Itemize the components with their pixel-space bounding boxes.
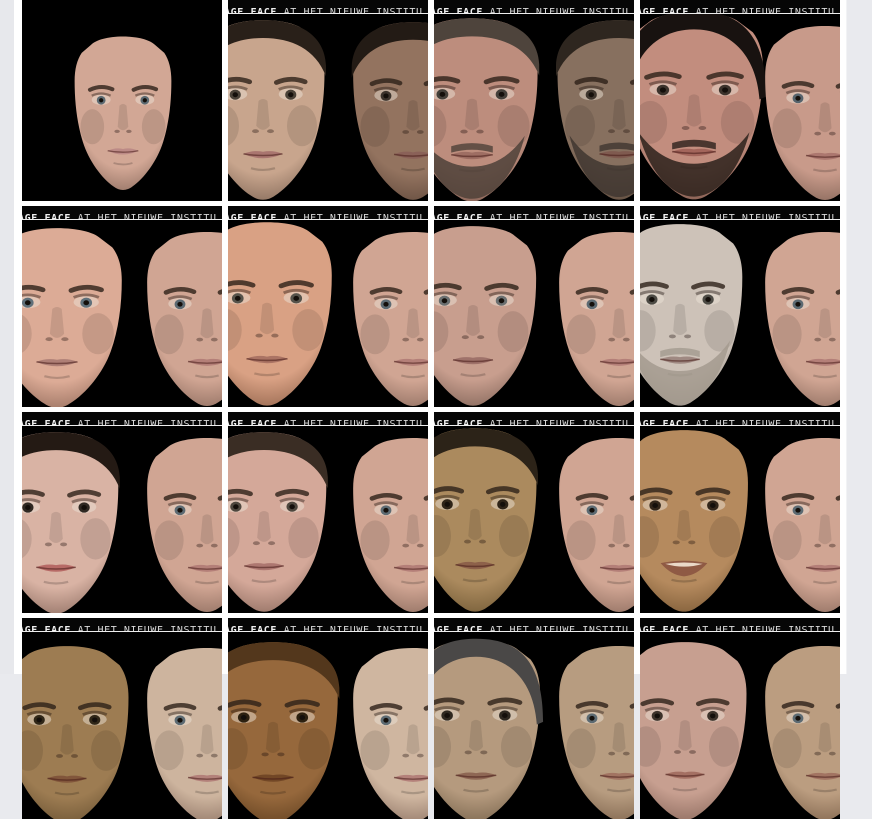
tile-banner: AGE FACE AT HET NIEUWE INSTITU: [434, 412, 634, 426]
average-face: [752, 434, 840, 613]
face-tile-r2c3[interactable]: AGE FACE AT HET NIEUWE INSTITU: [434, 206, 634, 407]
banner-text: AGE FACE AT HET NIEUWE INSTITU: [434, 624, 629, 632]
average-face: [134, 228, 222, 407]
average-face: [546, 228, 634, 407]
banner-text: AGE FACE AT HET NIEUWE INSTITU: [640, 624, 835, 632]
face-tile-r2c2[interactable]: AGE FACE AT HET NIEUWE INSTITU: [228, 206, 428, 407]
face-tile-r2c4[interactable]: AGE FACE AT HET NIEUWE INSTITU: [640, 206, 840, 407]
average-face: [340, 228, 428, 407]
tile-banner: AGE FACE AT HET NIEUWE INSTITU: [434, 618, 634, 632]
tile-banner: AGE FACE AT HET NIEUWE INSTITU: [640, 412, 840, 426]
tile-banner: AGE FACE AT HET NIEUWE INSTITU: [228, 412, 428, 426]
tile-banner: AGE FACE AT HET NIEUWE INSTITU: [22, 412, 222, 426]
tile-banner: AGE FACE AT HET NIEUWE INSTITU: [434, 206, 634, 220]
faces-area: [434, 0, 634, 201]
faces-area: [640, 0, 840, 201]
face-tile-r1c1[interactable]: [22, 0, 222, 201]
banner-text: AGE FACE AT HET NIEUWE INSTITU: [228, 212, 423, 220]
tile-banner: AGE FACE AT HET NIEUWE INSTITU: [640, 618, 840, 632]
tile-banner: AGE FACE AT HET NIEUWE INSTITU: [640, 0, 840, 14]
average-face: [340, 644, 428, 819]
banner-text: AGE FACE AT HET NIEUWE INSTITU: [434, 212, 629, 220]
average-face: [546, 434, 634, 613]
average-face: [134, 644, 222, 819]
face-tile-r4c4[interactable]: AGE FACE AT HET NIEUWE INSTITU: [640, 618, 840, 819]
face-tile-r3c2[interactable]: AGE FACE AT HET NIEUWE INSTITU: [228, 412, 428, 613]
faces-area: [640, 412, 840, 613]
person-face: [640, 426, 762, 613]
face-tile-r3c3[interactable]: AGE FACE AT HET NIEUWE INSTITU: [434, 412, 634, 613]
person-face: [22, 428, 132, 613]
person-face: [228, 638, 352, 819]
banner-text: AGE FACE AT HET NIEUWE INSTITU: [640, 212, 835, 220]
face-tile-r1c4[interactable]: AGE FACE AT HET NIEUWE INSTITU: [640, 0, 840, 201]
person-face: [640, 638, 760, 819]
person-face: [544, 16, 634, 201]
faces-area: [640, 206, 840, 407]
banner-text: AGE FACE AT HET NIEUWE INSTITU: [640, 6, 835, 14]
faces-area: [640, 618, 840, 819]
person-face: [228, 218, 346, 407]
faces-area: [434, 618, 634, 819]
tile-banner: AGE FACE AT HET NIEUWE INSTITU: [640, 206, 840, 220]
tile-banner: AGE FACE AT HET NIEUWE INSTITU: [22, 618, 222, 632]
average-face: [64, 33, 182, 197]
faces-area: [22, 412, 222, 613]
faces-area: [228, 412, 428, 613]
person-face: [228, 16, 338, 201]
page-margin-right: [846, 0, 872, 674]
banner-text: AGE FACE AT HET NIEUWE INSTITU: [640, 418, 835, 426]
faces-area: [434, 412, 634, 613]
average-face: [134, 434, 222, 613]
person-face: [22, 224, 136, 407]
face-tile-r4c1[interactable]: AGE FACE AT HET NIEUWE INSTITU: [22, 618, 222, 819]
tile-banner: AGE FACE AT HET NIEUWE INSTITU: [434, 0, 634, 14]
face-tile-r1c2[interactable]: AGE FACE AT HET NIEUWE INSTITU: [228, 0, 428, 201]
face-tile-r3c1[interactable]: AGE FACE AT HET NIEUWE INSTITU: [22, 412, 222, 613]
person-face: [340, 18, 428, 201]
average-face: [752, 642, 840, 819]
faces-area: [22, 618, 222, 819]
banner-text: AGE FACE AT HET NIEUWE INSTITU: [22, 212, 217, 220]
person-face: [434, 636, 554, 819]
face-tile-r4c2[interactable]: AGE FACE AT HET NIEUWE INSTITU: [228, 618, 428, 819]
face-tile-r3c4[interactable]: AGE FACE AT HET NIEUWE INSTITU: [640, 412, 840, 613]
page-margin-left: [0, 0, 14, 674]
average-face: [340, 434, 428, 613]
faces-area: [22, 206, 222, 407]
thumbnail-grid: AGE FACE AT HET NIEUWE INSTITU AGE FACE …: [22, 0, 840, 819]
banner-text: AGE FACE AT HET NIEUWE INSTITU: [228, 624, 423, 632]
tile-banner: AGE FACE AT HET NIEUWE INSTITU: [22, 206, 222, 220]
banner-text: AGE FACE AT HET NIEUWE INSTITU: [228, 6, 423, 14]
content-area: AGE FACE AT HET NIEUWE INSTITU AGE FACE …: [14, 0, 846, 674]
average-face: [546, 642, 634, 819]
tile-banner: AGE FACE AT HET NIEUWE INSTITU: [228, 206, 428, 220]
banner-text: AGE FACE AT HET NIEUWE INSTITU: [228, 418, 423, 426]
faces-area: [434, 206, 634, 407]
face-tile-r4c3[interactable]: AGE FACE AT HET NIEUWE INSTITU: [434, 618, 634, 819]
banner-text: AGE FACE AT HET NIEUWE INSTITU: [22, 624, 217, 632]
person-face: [434, 14, 552, 201]
person-face: [22, 642, 142, 819]
faces-area: [22, 0, 222, 201]
faces-area: [228, 206, 428, 407]
faces-area: [228, 618, 428, 819]
person-face: [228, 428, 340, 613]
average-face: [752, 22, 840, 201]
banner-text: AGE FACE AT HET NIEUWE INSTITU: [22, 418, 217, 426]
person-face: [434, 424, 550, 613]
banner-text: AGE FACE AT HET NIEUWE INSTITU: [434, 6, 629, 14]
person-face: [640, 220, 756, 407]
tile-banner: AGE FACE AT HET NIEUWE INSTITU: [228, 0, 428, 14]
face-tile-r2c1[interactable]: AGE FACE AT HET NIEUWE INSTITU: [22, 206, 222, 407]
faces-area: [228, 0, 428, 201]
tile-banner: AGE FACE AT HET NIEUWE INSTITU: [228, 618, 428, 632]
face-tile-r1c3[interactable]: AGE FACE AT HET NIEUWE INSTITU: [434, 0, 634, 201]
average-face: [752, 228, 840, 407]
banner-text: AGE FACE AT HET NIEUWE INSTITU: [434, 418, 629, 426]
person-face: [434, 222, 550, 407]
